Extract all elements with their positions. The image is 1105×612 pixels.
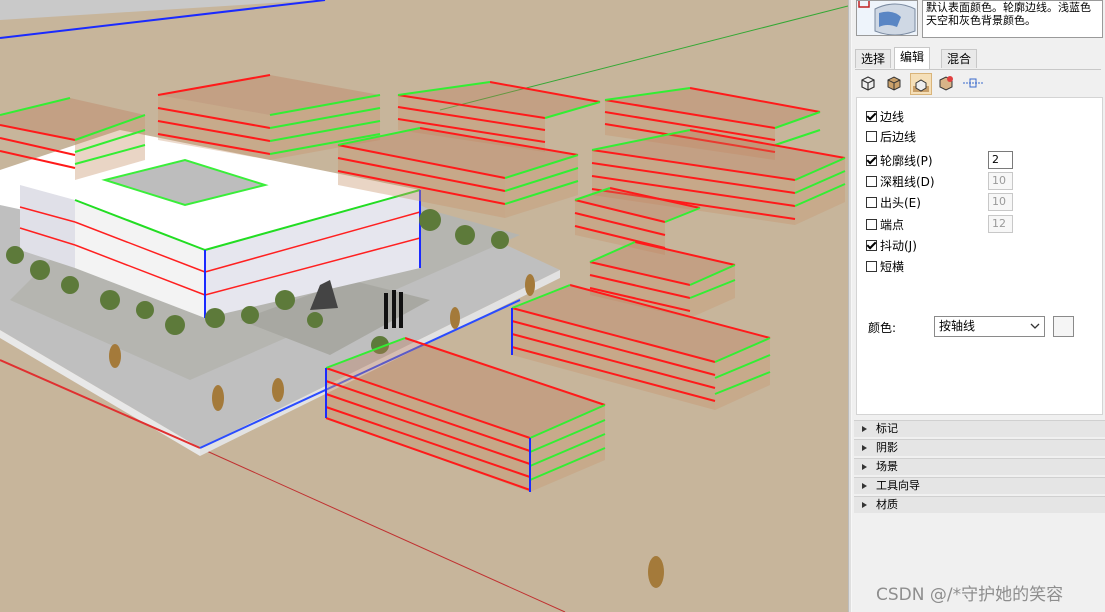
edge-settings-icon[interactable] xyxy=(858,73,880,95)
expand-arrow-icon xyxy=(862,483,867,489)
expand-arrow-icon xyxy=(862,464,867,470)
back-edges-checkbox[interactable] xyxy=(866,130,877,142)
option-profiles[interactable]: 轮廓线(P) xyxy=(866,152,933,168)
option-back-edges[interactable]: 后边线 xyxy=(866,128,916,144)
model-viewport[interactable] xyxy=(0,0,848,612)
jitter-checkbox[interactable] xyxy=(866,239,877,251)
option-edges[interactable]: 边线 xyxy=(866,108,904,124)
section-scenes[interactable]: 场景 xyxy=(854,458,1105,475)
face-settings-icon[interactable] xyxy=(884,73,906,95)
option-endpoints[interactable]: 端点 xyxy=(866,216,904,232)
styles-panel: 默认表面颜色。轮廓边线。浅蓝色天空和灰色背景颜色。 选择 编辑 混合 边线 后边… xyxy=(852,0,1105,612)
option-jitter[interactable]: 抖动(J) xyxy=(866,237,917,253)
endpoints-checkbox[interactable] xyxy=(866,218,877,230)
dashes-checkbox[interactable] xyxy=(866,260,877,272)
edges-checkbox[interactable] xyxy=(866,110,877,122)
modeling-settings-icon[interactable] xyxy=(962,73,984,95)
watermark-settings-icon[interactable] xyxy=(936,73,958,95)
edge-color-swatch[interactable] xyxy=(1053,316,1074,337)
expand-arrow-icon xyxy=(862,502,867,508)
sky-band xyxy=(0,0,320,20)
option-dashes[interactable]: 短横 xyxy=(866,258,904,274)
option-extension[interactable]: 出头(E) xyxy=(866,194,921,210)
extension-input[interactable]: 10 xyxy=(988,193,1013,211)
expand-arrow-icon xyxy=(862,426,867,432)
profiles-width-input[interactable]: 2 xyxy=(988,151,1013,169)
option-depth-cue[interactable]: 深粗线(D) xyxy=(866,173,935,189)
edge-settings-box: 边线 后边线 轮廓线(P) 2 深粗线(D) 10 出头(E) 10 端点 12… xyxy=(856,97,1103,415)
sculpture-black xyxy=(384,290,403,329)
tab-edit[interactable]: 编辑 xyxy=(894,47,931,69)
background-settings-icon[interactable] xyxy=(910,73,932,95)
scene-canvas xyxy=(0,0,848,612)
depth-cue-checkbox[interactable] xyxy=(866,175,877,187)
style-description: 默认表面颜色。轮廓边线。浅蓝色天空和灰色背景颜色。 xyxy=(922,0,1103,38)
color-label: 颜色: xyxy=(868,321,897,335)
endpoints-input[interactable]: 12 xyxy=(988,215,1013,233)
tab-mix[interactable]: 混合 xyxy=(941,49,978,68)
section-tags[interactable]: 标记 xyxy=(854,420,1105,437)
extension-checkbox[interactable] xyxy=(866,196,877,208)
chevron-down-icon xyxy=(1030,323,1040,329)
depth-cue-input[interactable]: 10 xyxy=(988,172,1013,190)
section-materials[interactable]: 材质 xyxy=(854,496,1105,513)
color-mode-select[interactable]: 按轴线 xyxy=(934,316,1045,337)
style-thumbnail[interactable] xyxy=(856,0,918,36)
csdn-watermark: CSDN @/*守护她的笑容 xyxy=(876,585,1064,605)
color-mode-value: 按轴线 xyxy=(939,319,976,333)
style-tabs: 选择 编辑 混合 xyxy=(855,47,1101,70)
profiles-checkbox[interactable] xyxy=(866,154,877,166)
expand-arrow-icon xyxy=(862,445,867,451)
tab-select[interactable]: 选择 xyxy=(855,49,892,68)
section-shadows[interactable]: 阴影 xyxy=(854,439,1105,456)
section-instructor[interactable]: 工具向导 xyxy=(854,477,1105,494)
